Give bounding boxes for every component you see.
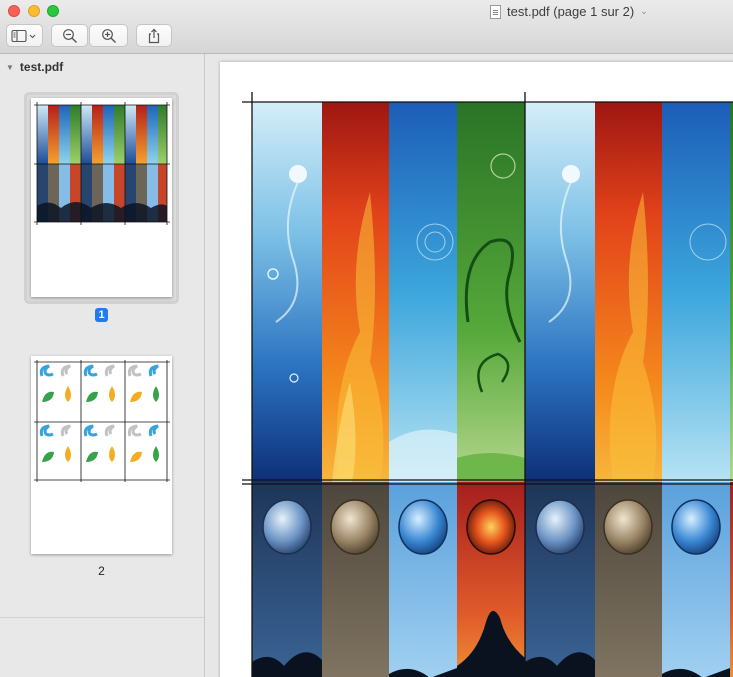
- page-1-thumbnail-preview: [34, 102, 170, 225]
- sidebar-toggle-button[interactable]: [6, 24, 43, 47]
- banner-row-bottom: [252, 482, 733, 677]
- banner-row-top: [252, 102, 733, 482]
- window-title-text: test.pdf (page 1 sur 2): [507, 4, 635, 19]
- pdf-document-icon: [490, 4, 501, 19]
- window-titlebar: test.pdf (page 1 sur 2) ⌄: [0, 0, 733, 54]
- thumb-row-2: [37, 164, 167, 222]
- zoom-out-button[interactable]: [51, 24, 88, 47]
- close-window-button[interactable]: [8, 5, 20, 17]
- pdf-page-1: [220, 62, 733, 677]
- title-menu-chevron-icon: ⌄: [640, 6, 648, 16]
- water-banner: [389, 102, 457, 482]
- page-2-thumbnail-preview: [34, 360, 170, 482]
- sidebar-divider: [0, 617, 204, 618]
- window-title[interactable]: test.pdf (page 1 sur 2) ⌄: [490, 4, 648, 19]
- thumb-row-1: [37, 105, 167, 164]
- zoom-in-icon: [101, 28, 116, 43]
- minimize-window-button[interactable]: [28, 5, 40, 17]
- thumb-page-2-symbols: [39, 364, 159, 462]
- share-button[interactable]: [136, 24, 172, 47]
- thumb-2-crop-marks: [34, 360, 170, 482]
- zoom-window-button[interactable]: [47, 5, 59, 17]
- page-1-number-badge[interactable]: 1: [95, 308, 108, 322]
- zoom-in-button[interactable]: [89, 24, 128, 47]
- document-view[interactable]: [205, 54, 733, 677]
- disclosure-triangle-icon[interactable]: ▼: [6, 63, 14, 72]
- page-2-thumbnail[interactable]: [31, 356, 172, 554]
- sidebar-icon: [10, 29, 35, 42]
- page-1-thumbnail[interactable]: [31, 98, 172, 297]
- air-banner: [252, 102, 322, 482]
- sidebar-document-header[interactable]: ▼ test.pdf: [6, 60, 63, 74]
- share-icon: [148, 28, 160, 43]
- thumbnail-sidebar: ▼ test.pdf 1 2: [0, 54, 205, 677]
- sidebar-document-name: test.pdf: [19, 60, 64, 74]
- page-1-thumbnail-selection[interactable]: [24, 92, 179, 304]
- page-2-number-label: 2: [98, 564, 105, 578]
- page-1-artwork: [242, 92, 733, 677]
- zoom-out-icon: [62, 28, 77, 43]
